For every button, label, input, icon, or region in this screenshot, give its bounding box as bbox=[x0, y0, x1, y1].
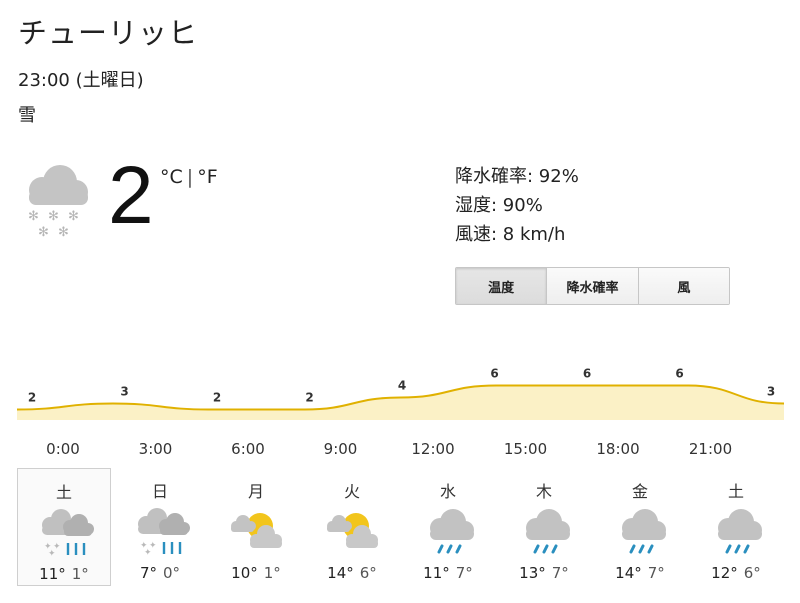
hour-label: 12:00 bbox=[411, 440, 455, 458]
svg-text:✻: ✻ bbox=[58, 225, 69, 240]
high-temp: 13° bbox=[519, 564, 546, 582]
hour-axis: 0:00 3:00 6:00 9:00 12:00 15:00 18:00 21:00 bbox=[0, 440, 800, 462]
hour-label: 21:00 bbox=[688, 440, 733, 458]
day-temps: 13° 7° bbox=[497, 564, 591, 582]
hour-label: 18:00 bbox=[596, 440, 640, 458]
day-forecast-3[interactable]: 火 14° 6° bbox=[305, 468, 399, 586]
day-temps: 14° 6° bbox=[305, 564, 399, 582]
low-temp: 7° bbox=[551, 564, 569, 582]
svg-text:✻: ✻ bbox=[48, 209, 59, 224]
day-name: 日 bbox=[151, 482, 168, 501]
chart-data-label: 3 bbox=[767, 385, 775, 399]
weather-details: 降水確率: 92% 湿度: 90% 風速: 8 km/h bbox=[455, 162, 579, 249]
chart-data-label: 3 bbox=[120, 385, 128, 399]
chart-data-label: 2 bbox=[213, 391, 221, 405]
day-name: 火 bbox=[343, 482, 360, 501]
chart-data-label: 6 bbox=[675, 367, 683, 381]
fahrenheit-toggle[interactable]: °F bbox=[197, 166, 217, 188]
snow-rain-icon: ✦ ✦✦ bbox=[42, 509, 94, 557]
day-forecast-6[interactable]: 金 14° 7° bbox=[593, 468, 687, 586]
svg-text:✦: ✦ bbox=[144, 548, 152, 556]
hour-label: 15:00 bbox=[503, 440, 548, 458]
snow-cloud-icon: ✻ ✻ ✻ ✻ ✻ bbox=[28, 165, 88, 240]
wind-speed: 風速: 8 km/h bbox=[455, 224, 566, 245]
tab-temperature[interactable]: 温度 bbox=[456, 268, 548, 304]
low-temp: 7° bbox=[647, 564, 665, 582]
humidity: 湿度: 90% bbox=[455, 195, 543, 216]
low-temp: 1° bbox=[71, 565, 89, 583]
day-temps: 14° 7° bbox=[593, 564, 687, 582]
daily-forecast: 土 ✦ ✦ ✦ 11° 1° 日 ✦ ✦ ✦ 7° 0° 月 10° 1° 火 14° 6° 水 11° 7° 木 13° 7… bbox=[17, 468, 790, 588]
chart-data-label: 6 bbox=[490, 367, 498, 381]
rain-icon bbox=[526, 509, 570, 554]
high-temp: 11° bbox=[39, 565, 66, 583]
chart-tabs: 温度 降水確率 風 bbox=[455, 267, 730, 305]
high-temp: 14° bbox=[615, 564, 642, 582]
condition-text: 雪 bbox=[18, 105, 36, 126]
day-forecast-7[interactable]: 土 12° 6° bbox=[689, 468, 783, 586]
day-forecast-1[interactable]: 日 ✦ ✦ ✦ 7° 0° bbox=[113, 468, 207, 586]
partly-cloudy-icon bbox=[231, 513, 282, 548]
day-forecast-0[interactable]: 土 ✦ ✦ ✦ 11° 1° bbox=[17, 468, 111, 586]
unit-toggle: °C | °F bbox=[158, 166, 220, 188]
low-temp: 6° bbox=[743, 564, 761, 582]
chart-data-label: 2 bbox=[305, 391, 313, 405]
day-temps: 12° 6° bbox=[689, 564, 783, 582]
day-temps: 7° 0° bbox=[113, 564, 207, 582]
high-temp: 11° bbox=[423, 564, 450, 582]
celsius-toggle[interactable]: °C bbox=[160, 166, 183, 188]
snow-rain-icon: ✦ ✦✦ bbox=[138, 508, 190, 556]
partly-cloudy-icon bbox=[327, 513, 378, 548]
low-temp: 7° bbox=[455, 564, 473, 582]
day-name: 土 bbox=[55, 483, 72, 502]
hour-label: 0:00 bbox=[46, 440, 80, 458]
rain-icon bbox=[430, 509, 474, 554]
unit-separator: | bbox=[186, 166, 194, 188]
hour-label: 3:00 bbox=[138, 440, 173, 458]
svg-text:✻: ✻ bbox=[68, 209, 79, 224]
svg-text:✻: ✻ bbox=[28, 209, 39, 224]
location-title: チューリッヒ bbox=[18, 16, 199, 50]
rain-icon bbox=[622, 509, 666, 554]
datetime: 23:00 (土曜日) bbox=[18, 70, 144, 91]
low-temp: 6° bbox=[359, 564, 377, 582]
day-name: 水 bbox=[439, 482, 456, 501]
chart-data-label: 2 bbox=[28, 391, 36, 405]
low-temp: 1° bbox=[263, 564, 281, 582]
low-temp: 0° bbox=[163, 564, 181, 582]
day-forecast-2[interactable]: 月 10° 1° bbox=[209, 468, 303, 586]
day-name: 木 bbox=[535, 482, 552, 501]
chart-data-label: 4 bbox=[398, 379, 406, 393]
chart-data-label: 6 bbox=[583, 367, 591, 381]
high-temp: 7° bbox=[139, 564, 157, 582]
rain-icon bbox=[718, 509, 762, 554]
day-name: 金 bbox=[631, 482, 648, 501]
high-temp: 12° bbox=[711, 564, 738, 582]
hour-label: 6:00 bbox=[231, 440, 265, 458]
current-temperature: 2 bbox=[108, 150, 154, 241]
high-temp: 10° bbox=[231, 564, 258, 582]
day-name: 土 bbox=[727, 482, 744, 501]
high-temp: 14° bbox=[327, 564, 354, 582]
day-name: 月 bbox=[247, 482, 264, 501]
tab-precipitation[interactable]: 降水確率 bbox=[547, 268, 639, 304]
temperature-chart: 2 3 2 2 4 6 6 6 3 bbox=[16, 367, 785, 420]
day-forecast-4[interactable]: 水 11° 7° bbox=[401, 468, 495, 586]
day-temps: 11° 7° bbox=[401, 564, 495, 582]
svg-text:✻: ✻ bbox=[38, 225, 49, 240]
hour-label: 9:00 bbox=[323, 440, 358, 458]
precipitation-chance: 降水確率: 92% bbox=[455, 166, 579, 187]
tab-wind[interactable]: 風 bbox=[638, 268, 729, 304]
day-temps: 10° 1° bbox=[209, 564, 303, 582]
svg-text:✦: ✦ bbox=[48, 549, 56, 557]
day-temps: 11° 1° bbox=[18, 565, 110, 583]
day-forecast-5[interactable]: 木 13° 7° bbox=[497, 468, 591, 586]
